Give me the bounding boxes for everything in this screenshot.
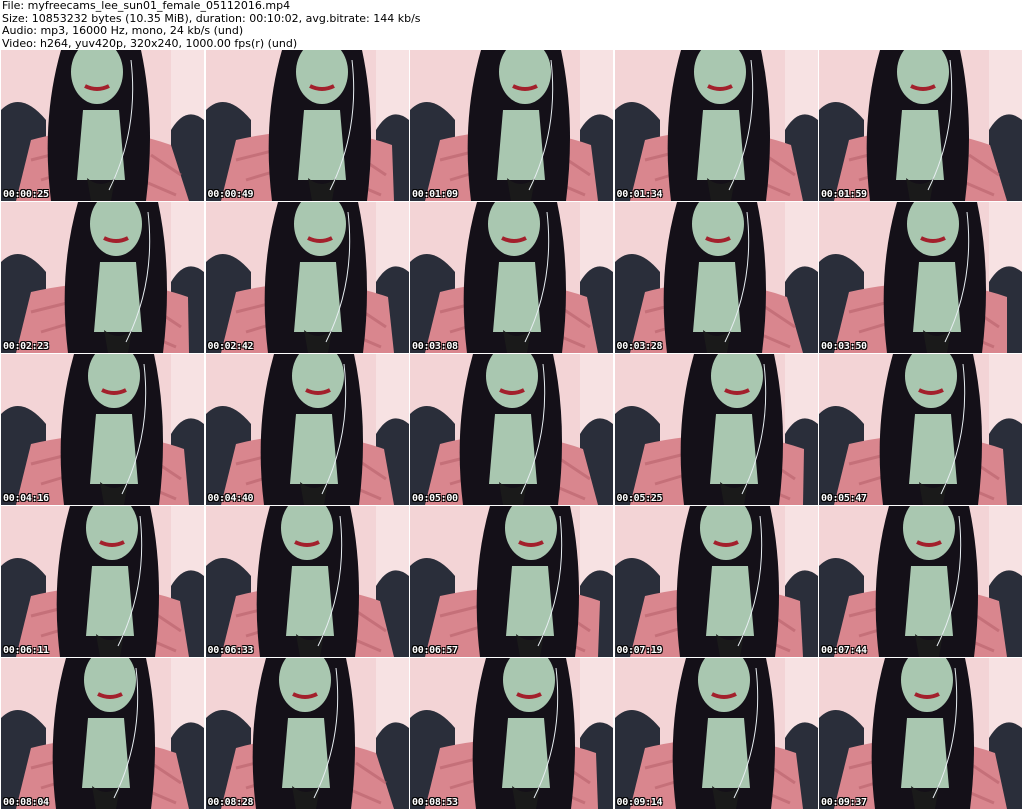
thumbnail-timestamp: 00:03:08 [412,341,458,352]
webcam-frame-image [1,354,204,505]
webcam-frame-image [205,50,409,201]
video-thumbnail[interactable]: 00:05:47 [819,354,1022,505]
audio-info-line: Audio: mp3, 16000 Hz, mono, 24 kb/s (und… [2,24,244,37]
thumbnail-timestamp: 00:09:14 [616,797,663,808]
thumbnail-timestamp: 00:05:47 [821,493,867,504]
thumbnail-timestamp: 00:01:59 [821,189,867,200]
webcam-frame-image [410,658,613,809]
webcam-frame-image [1,50,204,201]
video-thumbnail[interactable]: 00:08:04 [1,658,204,809]
video-thumbnail[interactable]: 00:02:42 [205,202,409,353]
video-thumbnail[interactable]: 00:08:53 [410,658,613,809]
video-thumbnail[interactable]: 00:04:16 [1,354,204,505]
webcam-frame-image [410,50,613,201]
video-thumbnail[interactable]: 00:03:08 [410,202,613,353]
webcam-frame-image [205,202,409,353]
webcam-frame-image [1,658,204,809]
thumbnail-timestamp: 00:08:04 [3,797,49,808]
video-thumbnail[interactable]: 00:04:40 [205,354,409,505]
video-info-header: File: myfreecams_lee_sun01_female_051120… [2,0,1022,50]
thumbnail-timestamp: 00:05:25 [616,493,663,504]
thumbnail-timestamp: 00:07:44 [821,645,867,656]
thumbnail-timestamp: 00:00:49 [207,189,254,200]
thumbnail-timestamp: 00:08:53 [412,797,458,808]
video-thumbnail[interactable]: 00:06:57 [410,506,613,657]
video-thumbnail[interactable]: 00:02:23 [1,202,204,353]
webcam-frame-image [614,202,818,353]
webcam-frame-image [205,354,409,505]
thumbnail-timestamp: 00:03:50 [821,341,867,352]
webcam-frame-image [819,658,1022,809]
thumbnail-grid: 00:00:25 00:00:49 00:01:09 00:01:34 00:01:59… [1,50,1023,810]
thumbnail-timestamp: 00:03:28 [616,341,663,352]
video-thumbnail[interactable]: 00:06:33 [205,506,409,657]
thumbnail-timestamp: 00:06:11 [3,645,49,656]
thumbnail-timestamp: 00:02:23 [3,341,49,352]
video-thumbnail[interactable]: 00:05:00 [410,354,613,505]
thumbnail-timestamp: 00:01:09 [412,189,458,200]
thumbnail-timestamp: 00:00:25 [3,189,49,200]
webcam-frame-image [614,506,818,657]
video-thumbnail[interactable]: 00:07:44 [819,506,1022,657]
video-thumbnail[interactable]: 00:09:37 [819,658,1022,809]
webcam-frame-image [819,506,1022,657]
video-thumbnail[interactable]: 00:07:19 [614,506,818,657]
webcam-frame-image [614,658,818,809]
thumbnail-timestamp: 00:07:19 [616,645,663,656]
thumbnail-timestamp: 00:08:28 [207,797,254,808]
webcam-frame-image [614,354,818,505]
webcam-frame-image [819,50,1022,201]
thumbnail-timestamp: 00:02:42 [207,341,254,352]
thumbnail-timestamp: 00:04:16 [3,493,49,504]
video-thumbnail[interactable]: 00:08:28 [205,658,409,809]
video-thumbnail[interactable]: 00:03:28 [614,202,818,353]
video-thumbnail[interactable]: 00:00:25 [1,50,204,201]
webcam-frame-image [819,354,1022,505]
file-name-line: File: myfreecams_lee_sun01_female_051120… [2,0,291,12]
webcam-frame-image [1,506,204,657]
video-info-line: Video: h264, yuv420p, 320x240, 1000.00 f… [2,36,298,50]
webcam-frame-image [819,202,1022,353]
webcam-frame-image [410,202,613,353]
webcam-frame-image [410,354,613,505]
video-thumbnail[interactable]: 00:05:25 [614,354,818,505]
webcam-frame-image [205,506,409,657]
webcam-frame-image [410,506,613,657]
thumbnail-timestamp: 00:04:40 [207,493,254,504]
video-thumbnail[interactable]: 00:09:14 [614,658,818,809]
video-thumbnail[interactable]: 00:01:34 [614,50,818,201]
webcam-frame-image [614,50,818,201]
video-thumbnail[interactable]: 00:03:50 [819,202,1022,353]
thumbnail-timestamp: 00:06:57 [412,645,458,656]
video-thumbnail[interactable]: 00:00:49 [205,50,409,201]
webcam-frame-image [1,202,204,353]
thumbnail-timestamp: 00:01:34 [616,189,663,200]
video-thumbnail[interactable]: 00:01:59 [819,50,1022,201]
thumbnail-timestamp: 00:09:37 [821,797,867,808]
thumbnail-timestamp: 00:06:33 [207,645,254,656]
webcam-frame-image [205,658,409,809]
thumbnail-timestamp: 00:05:00 [412,493,458,504]
video-thumbnail[interactable]: 00:01:09 [410,50,613,201]
video-thumbnail[interactable]: 00:06:11 [1,506,204,657]
